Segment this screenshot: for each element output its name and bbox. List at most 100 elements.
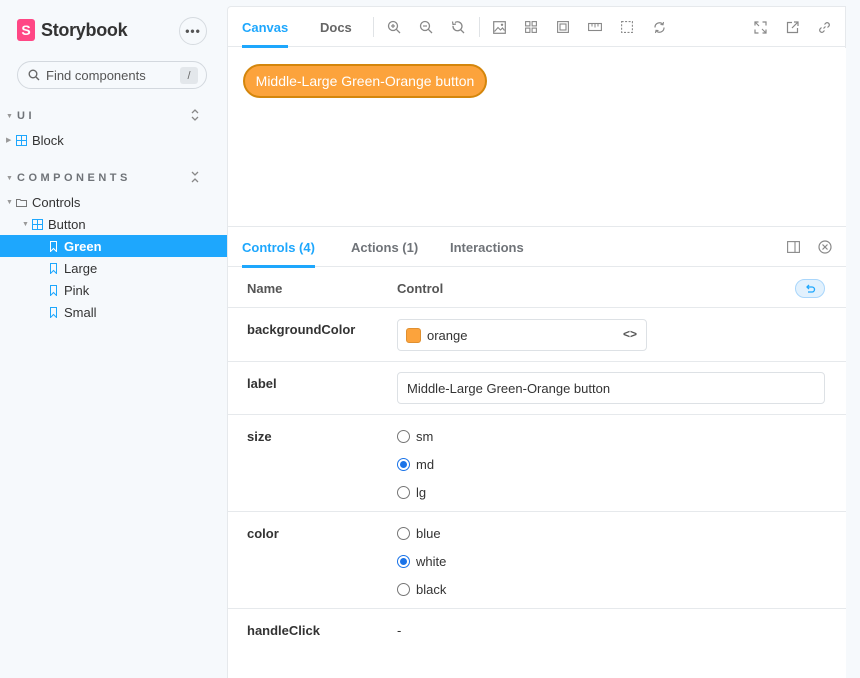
radio-label: white [416,553,447,569]
undo-icon [806,284,816,293]
panel-orientation-icon[interactable] [784,238,802,256]
control-row-backgroundcolor: backgroundColor orange <> [228,309,846,362]
measure-icon[interactable] [586,18,604,36]
tab-canvas[interactable]: Canvas [242,7,289,48]
preview-button[interactable]: Middle-Large Green-Orange button [243,64,487,98]
story-label: Green [64,238,102,254]
toolbar-divider [373,17,374,37]
zoom-out-icon[interactable] [417,18,435,36]
label-text-input[interactable]: Middle-Large Green-Orange button [397,372,825,404]
brand-title: Storybook [41,19,128,40]
radio-color-black[interactable]: black [397,580,446,598]
caret-down-icon: ▼ [6,174,13,182]
story-item-pink[interactable]: Pink [0,279,227,301]
control-row-handleclick: handleClick - [228,609,846,678]
radio-button[interactable] [397,526,410,540]
radio-size-md[interactable]: md [397,455,434,473]
close-panel-icon[interactable] [816,238,834,256]
header-name: Name [247,281,283,296]
collapse-all-icon[interactable] [191,171,199,186]
tab-docs[interactable]: Docs [320,7,352,47]
story-item-small[interactable]: Small [0,301,227,323]
radio-color-blue[interactable]: blue [397,524,441,542]
tree-item-button[interactable]: ▼ Button [0,213,227,235]
main-panel: Canvas Docs Middle-Large Green-Orange bu… [227,6,846,678]
tree-item-label: Button [48,216,86,232]
grid-icon[interactable] [522,18,540,36]
bookmark-icon [50,306,57,318]
zoom-reset-icon[interactable] [449,18,467,36]
brand[interactable]: S Storybook [17,19,128,41]
control-row-label: label Middle-Large Green-Orange button [228,362,846,415]
component-icon [16,134,27,146]
control-name: color [247,526,279,541]
radio-label: lg [416,484,427,500]
control-row-size: size sm md lg [228,415,846,512]
outline-icon[interactable] [554,18,572,36]
addon-tabs: Controls (4) Actions (1) Interactions [228,227,846,268]
main-menu-button[interactable]: ••• [179,17,207,45]
radio-label: black [416,581,447,597]
copy-link-icon[interactable] [815,18,833,36]
control-row-color: color blue white black [228,512,846,609]
tree-item-block[interactable]: ▶ Block [0,129,227,151]
open-new-tab-icon[interactable] [783,18,801,36]
section-components[interactable]: ▼ COMPONENTS [0,168,227,188]
preview-canvas: Middle-Large Green-Orange button [228,48,846,226]
search-shortcut-key: / [180,67,198,84]
tab-controls[interactable]: Controls (4) [242,227,315,268]
radio-button[interactable] [397,554,410,568]
radio-label: md [416,456,435,472]
radio-size-sm[interactable]: sm [397,427,433,445]
section-ui[interactable]: ▼ UI [0,106,227,126]
tree-item-controls[interactable]: ▼ Controls [0,191,227,213]
remount-icon[interactable] [650,18,668,36]
radio-button[interactable] [397,485,410,499]
radio-label: sm [416,428,434,444]
controls-table-header: Name Control [228,268,846,308]
search-box[interactable]: / [17,61,207,89]
control-name: handleClick [247,623,320,638]
search-input[interactable] [46,67,166,83]
fullscreen-icon[interactable] [751,18,769,36]
addons-panel: Controls (4) Actions (1) Interactions Na… [228,226,846,678]
tree-item-label: Block [32,132,64,148]
bookmark-icon [50,262,57,274]
component-icon [32,218,43,230]
section-title-components: COMPONENTS [17,172,131,184]
story-item-green[interactable]: Green [0,235,227,257]
storybook-logo-icon: S [17,19,35,41]
color-value: orange [427,327,468,343]
expand-all-icon[interactable] [191,108,199,124]
caret-down-icon: ▼ [22,220,29,228]
color-picker[interactable]: orange <> [397,319,647,351]
story-label: Small [64,304,97,320]
background-icon[interactable] [490,18,508,36]
radio-button[interactable] [397,429,410,443]
control-name: label [247,376,277,391]
bookmark-icon [50,240,57,252]
caret-right-icon: ▶ [6,137,12,144]
control-name: backgroundColor [247,322,356,337]
tab-interactions[interactable]: Interactions [450,227,524,267]
radio-label: blue [416,525,441,541]
control-name: size [247,429,272,444]
sidebar: S Storybook ••• / ▼ UI ▶ Block ▼ COMPONE… [0,0,227,678]
tree-item-label: Controls [32,194,81,210]
tab-actions[interactable]: Actions (1) [351,227,418,267]
code-toggle-icon[interactable]: <> [623,327,637,341]
reset-controls-button[interactable] [795,279,825,298]
radio-size-lg[interactable]: lg [397,483,426,501]
radio-button[interactable] [397,582,410,596]
color-swatch[interactable] [406,327,421,343]
zoom-in-icon[interactable] [385,18,403,36]
section-title-ui: UI [17,110,35,122]
radio-color-white[interactable]: white [397,552,446,570]
story-label: Large [64,260,98,276]
story-item-large[interactable]: Large [0,257,227,279]
search-icon [28,69,40,81]
viewport-icon[interactable] [618,18,636,36]
toolbar: Canvas Docs [228,7,846,48]
header-control: Control [397,281,444,296]
radio-button[interactable] [397,457,410,471]
